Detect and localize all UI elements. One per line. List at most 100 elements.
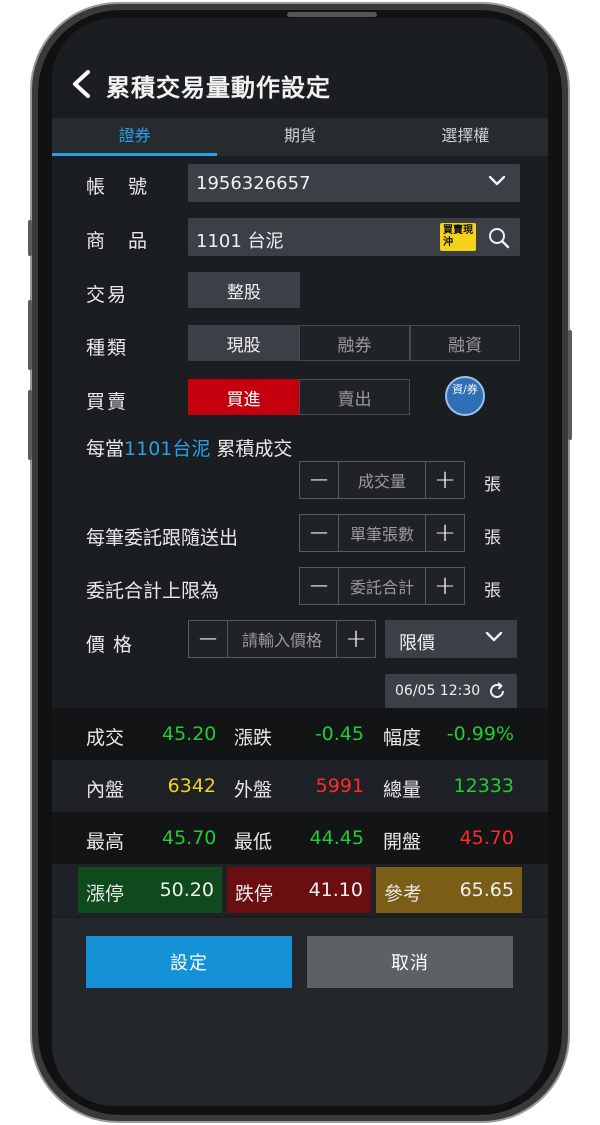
trade-option-whole-lot[interactable]: 整股 <box>188 272 300 308</box>
total-limit-plus-button[interactable]: + <box>426 568 464 604</box>
quote-row: 最高 45.70 最低 44.45 開盤 45.70 <box>52 812 548 864</box>
limit-down-box: 跌停 41.10 <box>227 867 371 913</box>
set-button[interactable]: 設定 <box>86 936 292 988</box>
quote-value-bid-volume: 6342 <box>167 775 216 797</box>
kind-segment: 現股 融券 融資 <box>188 325 520 361</box>
chevron-down-icon <box>485 631 503 642</box>
quote-timestamp: 06/05 12:30 <box>395 683 481 699</box>
quote-value-reference: 65.65 <box>459 879 514 901</box>
volume-down-button <box>28 390 32 460</box>
price-type-value: 限價 <box>399 633 435 654</box>
kind-option-short[interactable]: 融券 <box>299 325 410 361</box>
margin-short-info-icon[interactable]: 資/券 <box>445 376 485 416</box>
quote-label-reference: 參考 <box>384 883 423 905</box>
quote-value-ask-volume: 5991 <box>315 775 364 797</box>
total-limit-minus-button[interactable]: − <box>300 568 338 604</box>
volume-stepper: − 成交量 + <box>299 461 465 499</box>
quote-value-last: 45.20 <box>162 723 217 745</box>
app-header: 累積交易量動作設定 <box>52 18 548 118</box>
quote-row: 成交 45.20 漲跌 -0.45 幅度 -0.99% <box>52 708 548 760</box>
per-order-input[interactable]: 單筆張數 <box>338 515 426 551</box>
quote-value-change: -0.45 <box>314 723 364 745</box>
quote-label-bid-volume: 內盤 <box>86 779 125 801</box>
side-label: 買賣 <box>86 391 129 413</box>
account-label: 帳 號 <box>86 176 150 198</box>
quote-row: 內盤 6342 外盤 5991 總量 12333 <box>52 760 548 812</box>
quote-label-limit-up: 漲停 <box>86 883 125 905</box>
speaker <box>287 12 377 17</box>
per-order-stepper: − 單筆張數 + <box>299 514 465 552</box>
product-value: 1101 台泥 <box>196 231 284 252</box>
total-limit-label: 委託合計上限為 <box>86 580 220 602</box>
price-stepper: − 請輸入價格 + <box>188 620 376 658</box>
product-label: 商 品 <box>86 230 150 252</box>
price-input[interactable]: 請輸入價格 <box>227 621 337 657</box>
quote-value-limit-down: 41.10 <box>308 879 363 901</box>
volume-up-button <box>28 300 32 370</box>
price-label: 價格 <box>86 634 141 656</box>
quote-label-ask-volume: 外盤 <box>234 779 273 801</box>
quote-label-percent: 幅度 <box>383 727 422 749</box>
refresh-quote-button[interactable]: 06/05 12:30 <box>385 674 517 708</box>
quote-value-low: 44.45 <box>309 827 364 849</box>
condition-suffix: 累積成交 <box>210 438 293 460</box>
volume-minus-button[interactable]: − <box>300 462 338 498</box>
quote-label-limit-down: 跌停 <box>235 883 274 905</box>
day-trade-hedge-icon[interactable]: 買賣現沖 <box>440 223 476 251</box>
per-order-label: 每筆委託跟隨送出 <box>86 527 239 549</box>
total-limit-unit: 張 <box>484 581 501 601</box>
quote-label-last: 成交 <box>86 727 125 749</box>
kind-option-cash[interactable]: 現股 <box>188 325 299 361</box>
per-order-minus-button[interactable]: − <box>300 515 338 551</box>
kind-label: 種類 <box>86 337 129 359</box>
volume-plus-button[interactable]: + <box>426 462 464 498</box>
tab-futures[interactable]: 期貨 <box>217 118 382 156</box>
quote-label-open: 開盤 <box>383 831 422 853</box>
buy-button[interactable]: 買進 <box>188 379 299 415</box>
quote-value-total-volume: 12333 <box>453 775 514 797</box>
account-value: 1956326657 <box>196 173 311 194</box>
trade-segment: 整股 <box>188 272 300 308</box>
power-button <box>568 330 572 440</box>
bottom-action-bar: 設定 取消 <box>52 918 548 1106</box>
volume-input[interactable]: 成交量 <box>338 462 426 498</box>
quote-label-high: 最高 <box>86 831 125 853</box>
search-icon[interactable] <box>488 227 510 249</box>
quote-label-low: 最低 <box>234 831 273 853</box>
side-segment: 買進 賣出 <box>188 379 410 415</box>
chevron-down-icon <box>488 175 506 186</box>
tab-securities[interactable]: 證券 <box>52 118 218 156</box>
refresh-icon <box>490 682 504 698</box>
back-arrow-icon[interactable] <box>70 70 92 98</box>
quote-value-high: 45.70 <box>162 827 217 849</box>
page-title: 累積交易量動作設定 <box>106 74 331 102</box>
quote-label-total-volume: 總量 <box>383 779 422 801</box>
app-screen: 累積交易量動作設定 證券 期貨 選擇權 帳 號 1956326657 商 品 1… <box>52 18 548 1106</box>
product-field[interactable]: 1101 台泥 買賣現沖 <box>188 218 520 256</box>
sell-button[interactable]: 賣出 <box>299 379 410 415</box>
account-select[interactable]: 1956326657 <box>188 164 520 202</box>
total-limit-stepper: − 委託合計 + <box>299 567 465 605</box>
condition-sentence: 每當1101台泥 累積成交 <box>86 434 292 461</box>
quote-value-open: 45.70 <box>459 827 514 849</box>
total-limit-input[interactable]: 委託合計 <box>338 568 426 604</box>
volume-unit: 張 <box>484 475 501 495</box>
trade-label: 交易 <box>86 284 129 306</box>
quote-value-percent: -0.99% <box>446 723 514 745</box>
limit-up-box: 漲停 50.20 <box>78 867 222 913</box>
kind-option-margin[interactable]: 融資 <box>410 325 520 361</box>
market-tabs: 證券 期貨 選擇權 <box>52 118 548 156</box>
reference-box: 參考 65.65 <box>376 867 522 913</box>
tab-options[interactable]: 選擇權 <box>383 118 548 156</box>
condition-product: 1101台泥 <box>124 438 211 460</box>
price-type-select[interactable]: 限價 <box>385 620 517 658</box>
mute-switch <box>28 220 32 256</box>
condition-prefix: 每當 <box>86 438 125 460</box>
price-plus-button[interactable]: + <box>337 621 375 657</box>
price-minus-button[interactable]: − <box>189 621 227 657</box>
cancel-button[interactable]: 取消 <box>307 936 513 988</box>
per-order-unit: 張 <box>484 528 501 548</box>
quote-label-change: 漲跌 <box>234 727 273 749</box>
quote-value-limit-up: 50.20 <box>159 879 214 901</box>
per-order-plus-button[interactable]: + <box>426 515 464 551</box>
